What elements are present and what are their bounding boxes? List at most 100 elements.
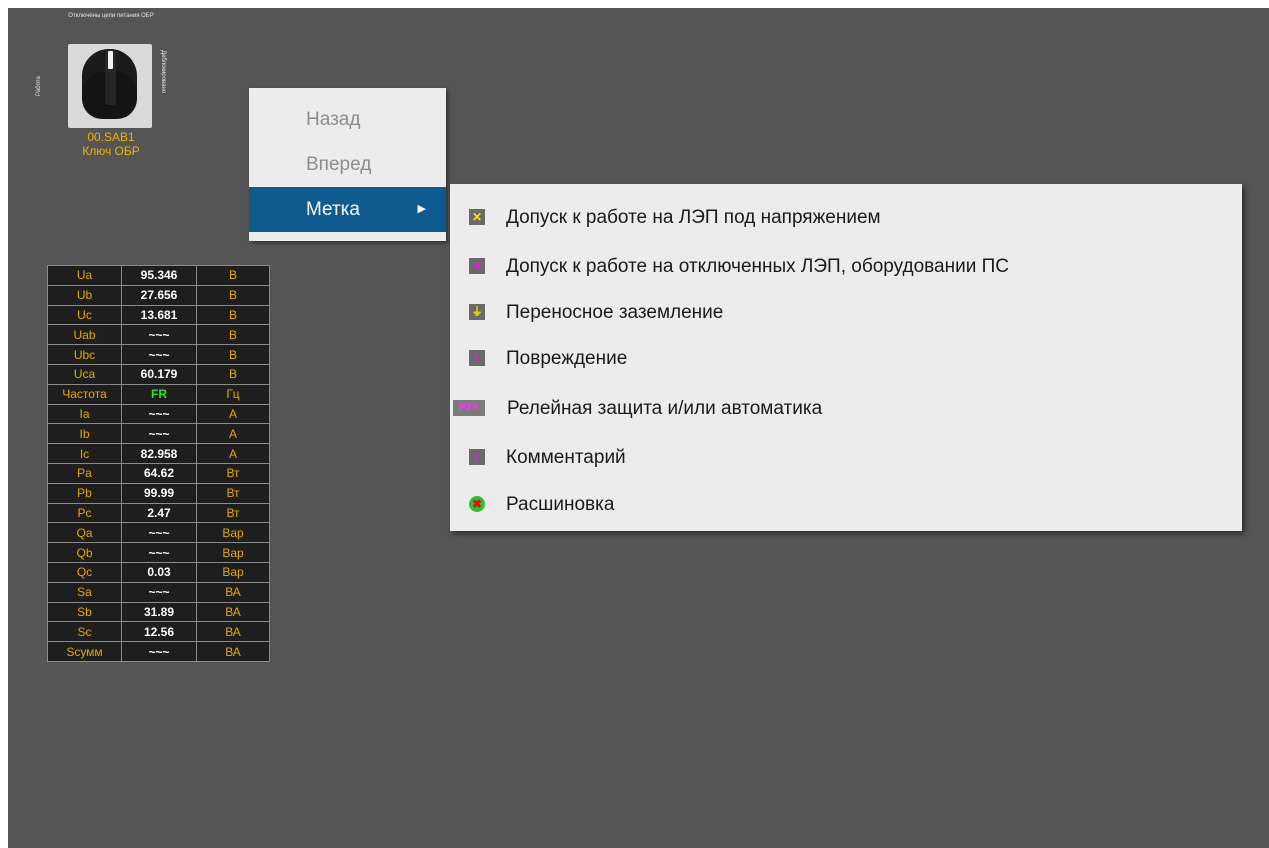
- measure-value: 95.346: [121, 265, 197, 286]
- switch-title: Ключ ОБР: [82, 144, 140, 158]
- rza-icon: РЗА: [453, 400, 485, 416]
- measure-unit: Вт: [196, 502, 270, 524]
- measure-unit: В: [196, 363, 270, 385]
- table-row: Qa ~~~ Вар: [47, 522, 270, 544]
- measure-value: 82.958: [121, 443, 197, 464]
- measure-value: ~~~: [121, 542, 197, 563]
- ground-icon: ⏚: [469, 304, 485, 320]
- measure-value: 64.62: [121, 462, 197, 484]
- switch-name: 00.SAB1 Ключ ОБР: [56, 130, 166, 158]
- measure-unit: В: [196, 344, 270, 365]
- measure-name: Ua: [47, 265, 122, 286]
- measure-value: ~~~: [121, 403, 197, 425]
- table-row: Ib ~~~ А: [47, 423, 270, 445]
- measure-name: Ub: [47, 284, 122, 306]
- menu-item-mark[interactable]: Метка ▶: [249, 187, 446, 232]
- submenu-item-comment[interactable]: I Комментарий: [450, 433, 1242, 482]
- measure-name: Pb: [47, 482, 122, 504]
- table-row: Sсумм ~~~ ВА: [47, 641, 270, 662]
- measure-value: FR: [121, 383, 197, 405]
- measure-unit: Вт: [196, 462, 270, 484]
- measure-value: 12.56: [121, 621, 197, 643]
- measure-unit: Вт: [196, 482, 270, 504]
- submenu-item-live-line-work[interactable]: ✕ Допуск к работе на ЛЭП под напряжением: [450, 193, 1242, 242]
- submenu-item-deenergized-work[interactable]: ✕ Допуск к работе на отключенных ЛЭП, об…: [450, 242, 1242, 291]
- measure-unit: А: [196, 443, 270, 464]
- table-row: Частота FR Гц: [47, 383, 270, 405]
- measure-unit: В: [196, 284, 270, 306]
- measure-name: Pa: [47, 462, 122, 484]
- yellow-cross-icon: ✕: [469, 209, 485, 225]
- table-row: Pa 64.62 Вт: [47, 462, 270, 484]
- measure-value: ~~~: [121, 522, 197, 544]
- switch-code: 00.SAB1: [87, 130, 135, 144]
- measure-unit: Вар: [196, 561, 270, 583]
- measure-name: Ia: [47, 403, 122, 425]
- measurement-table: Ua 95.346 В Ub 27.656 В Uc 13.681 В Uab ~~~ В Ubc ~~~…: [47, 265, 270, 662]
- submenu-item-debusing[interactable]: ✖ Расшиновка: [450, 480, 1242, 529]
- measure-value: 2.47: [121, 502, 197, 524]
- measure-unit: А: [196, 423, 270, 445]
- measure-name: Sc: [47, 621, 122, 643]
- red-x-circle-icon: ✖: [469, 496, 485, 512]
- table-row: Uca 60.179 В: [47, 363, 270, 385]
- measure-value: ~~~: [121, 423, 197, 445]
- measure-value: ~~~: [121, 581, 197, 603]
- measure-unit: ВА: [196, 641, 270, 662]
- measure-unit: ВА: [196, 621, 270, 643]
- table-row: Ubc ~~~ В: [47, 344, 270, 365]
- submenu-item-damage[interactable]: ϟ Повреждение: [450, 334, 1242, 383]
- measure-value: 31.89: [121, 601, 197, 623]
- selector-switch[interactable]: [68, 44, 152, 128]
- measure-value: 0.03: [121, 561, 197, 583]
- measure-name: Sb: [47, 601, 122, 623]
- switch-top-caption: Отключены цепи питания ОБР: [68, 13, 154, 19]
- table-row: Ub 27.656 В: [47, 284, 270, 306]
- table-row: Ua 95.346 В: [47, 265, 270, 286]
- measure-value: 27.656: [121, 284, 197, 306]
- measure-value: ~~~: [121, 324, 197, 346]
- measure-name: Ib: [47, 423, 122, 445]
- measure-name: Uab: [47, 324, 122, 346]
- table-row: Qc 0.03 Вар: [47, 561, 270, 583]
- switch-right-label: Деблокировано: [160, 50, 166, 94]
- measure-name: Ic: [47, 443, 122, 464]
- measure-name: Pc: [47, 502, 122, 524]
- measure-name: Qa: [47, 522, 122, 544]
- measure-name: Uca: [47, 363, 122, 385]
- measure-value: ~~~: [121, 344, 197, 365]
- menu-item-back[interactable]: Назад: [249, 97, 446, 142]
- measure-unit: В: [196, 304, 270, 326]
- table-row: Uab ~~~ В: [47, 324, 270, 346]
- comment-icon: I: [469, 449, 485, 465]
- submenu-item-relay-protection[interactable]: РЗА Релейная защита и/или автоматика: [450, 384, 1242, 433]
- submenu-arrow-icon: ▶: [417, 203, 426, 215]
- table-row: Qb ~~~ Вар: [47, 542, 270, 563]
- table-row: Ia ~~~ А: [47, 403, 270, 425]
- measure-unit: Гц: [196, 383, 270, 405]
- switch-left-label: Работа: [36, 76, 42, 96]
- measure-name: Uc: [47, 304, 122, 326]
- measure-unit: А: [196, 403, 270, 425]
- measure-unit: ВА: [196, 601, 270, 623]
- mark-submenu: ✕ Допуск к работе на ЛЭП под напряжением…: [450, 184, 1242, 531]
- table-row: Pb 99.99 Вт: [47, 482, 270, 504]
- switch-knob-icon: [82, 49, 137, 119]
- measure-name: Qb: [47, 542, 122, 563]
- measure-value: 60.179: [121, 363, 197, 385]
- table-row: Sa ~~~ ВА: [47, 581, 270, 603]
- context-menu: Назад Вперед Метка ▶: [249, 88, 446, 241]
- submenu-item-portable-ground[interactable]: ⏚ Переносное заземление: [450, 288, 1242, 337]
- measure-name: Ubc: [47, 344, 122, 365]
- measure-name: Sa: [47, 581, 122, 603]
- measure-unit: Вар: [196, 522, 270, 544]
- menu-item-mark-label: Метка: [306, 199, 360, 220]
- measure-unit: Вар: [196, 542, 270, 563]
- menu-item-forward[interactable]: Вперед: [249, 142, 446, 187]
- measure-unit: ВА: [196, 581, 270, 603]
- lightning-icon: ϟ: [469, 350, 485, 366]
- magenta-cross-icon: ✕: [469, 258, 485, 274]
- measure-value: 99.99: [121, 482, 197, 504]
- measure-name: Qc: [47, 561, 122, 583]
- table-row: Ic 82.958 А: [47, 443, 270, 464]
